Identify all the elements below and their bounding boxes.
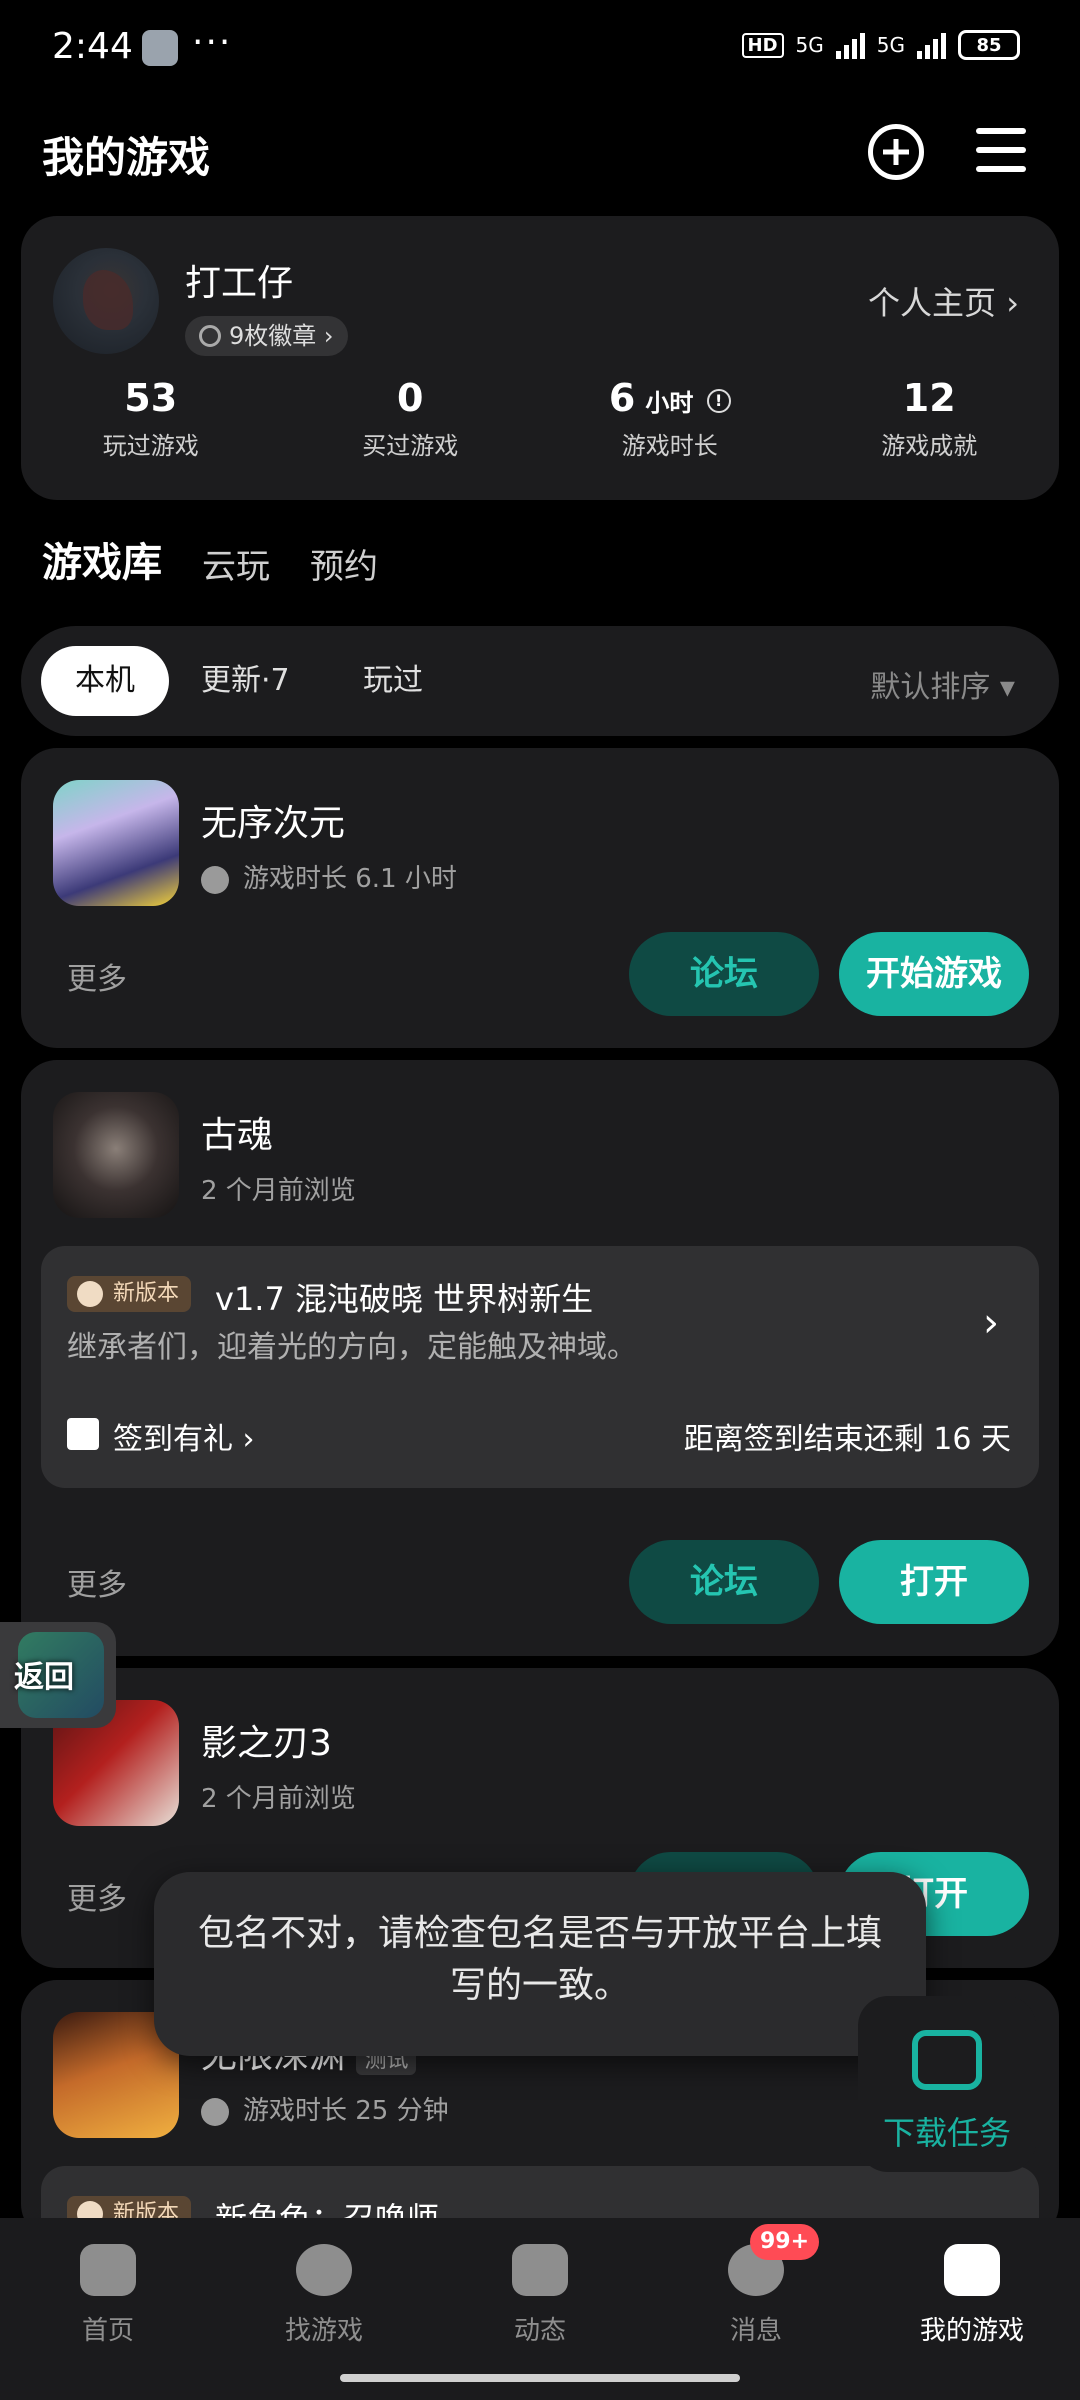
new-version-tag: 新版本 (67, 1276, 192, 1312)
game-last-viewed: 2 个月前浏览 (201, 1784, 356, 1814)
signal-icon-2 (917, 31, 946, 59)
open-button[interactable]: 打开 (839, 1540, 1029, 1624)
add-circle-icon[interactable] (868, 124, 924, 180)
checkin-remaining: 距离签到结束还剩 16 天 (683, 1422, 1011, 1457)
chevron-right-icon[interactable]: › (983, 1300, 999, 1346)
game-playtime: 游戏时长 6.1 小时 (201, 858, 457, 895)
bottom-navigation: 首页 找游戏 动态 消息 我的游戏 (0, 2218, 1080, 2400)
more-dots: ··· (192, 22, 233, 63)
badges-label: 9枚徽章 › (229, 322, 334, 350)
info-icon[interactable]: ! (706, 388, 731, 413)
game-last-viewed: 2 个月前浏览 (201, 1176, 356, 1206)
nav-label: 找游戏 (284, 2316, 363, 2346)
gamepad-icon (944, 2244, 1000, 2296)
game-icon[interactable] (53, 780, 179, 906)
back-label: 返回 (14, 1660, 74, 1695)
stat-unit: 小时 (645, 389, 694, 417)
nav-home[interactable]: 首页 (0, 2244, 216, 2347)
forum-button[interactable]: 论坛 (629, 932, 819, 1016)
wrench-icon (142, 30, 178, 66)
stat-value: 53 (124, 376, 178, 420)
app-bar: 我的游戏 (0, 110, 1080, 190)
badges-button[interactable]: 9枚徽章 › (185, 316, 348, 356)
stat-value: 12 (902, 376, 956, 420)
tab-cloud[interactable]: 云玩 (202, 539, 270, 588)
planet-icon (296, 2244, 352, 2296)
game-card-2[interactable]: 古魂 2 个月前浏览 新版本 v1.7 混沌破晓 世界树新生 继承者们，迎着光的… (21, 1060, 1059, 1656)
stats-row: 53 玩过游戏 0 买过游戏 6 小时 ! 游戏时长 12 游戏成就 (21, 376, 1059, 461)
game-playtime: 游戏时长 25 分钟 (201, 2090, 449, 2127)
stat-number: 6 (608, 376, 636, 420)
stat-value: 6 小时 ! (540, 376, 800, 420)
library-tabs: 游戏库 云玩 预约 (42, 530, 378, 588)
start-game-button[interactable]: 开始游戏 (839, 932, 1029, 1016)
update-description: 继承者们，迎着光的方向，定能触及神域。 (67, 1330, 637, 1365)
nav-find-games[interactable]: 找游戏 (216, 2244, 432, 2347)
stat-bought[interactable]: 0 买过游戏 (281, 376, 541, 461)
battery-icon: 85 (958, 30, 1020, 60)
page-title: 我的游戏 (42, 133, 211, 182)
stat-achievements[interactable]: 12 游戏成就 (800, 376, 1060, 461)
home-icon (80, 2244, 136, 2296)
stat-playtime[interactable]: 6 小时 ! 游戏时长 (540, 376, 800, 461)
avatar[interactable] (53, 248, 159, 354)
filter-local[interactable]: 本机 (41, 646, 169, 716)
toast-message: 包名不对，请检查包名是否与开放平台上填写的一致。 (154, 1872, 926, 2056)
game-card-1[interactable]: 无序次元 游戏时长 6.1 小时 更多 论坛 开始游戏 (21, 748, 1059, 1048)
more-button[interactable]: 更多 (67, 1560, 127, 1604)
game-playtime-text: 游戏时长 25 分钟 (243, 2096, 449, 2126)
status-bar: 2:44 ··· HD 5G 5G 85 (0, 0, 1080, 96)
nav-feed[interactable]: 动态 (432, 2244, 648, 2347)
nav-label: 动态 (513, 2316, 566, 2346)
signal-icon (835, 31, 865, 59)
filter-played[interactable]: 玩过 (363, 646, 423, 716)
game-playtime-text: 游戏时长 6.1 小时 (243, 864, 457, 894)
nav-my-games[interactable]: 我的游戏 (864, 2244, 1080, 2347)
download-label: 下载任务 (882, 2114, 1011, 2152)
username: 打工仔 (185, 263, 294, 304)
home-indicator[interactable] (340, 2374, 740, 2382)
network-label-2: 5G (876, 33, 905, 57)
game-name: 无序次元 (201, 803, 346, 844)
tab-library[interactable]: 游戏库 (42, 530, 162, 588)
status-time: 2:44 (52, 26, 133, 67)
forum-button[interactable]: 论坛 (629, 1540, 819, 1624)
medal-icon (199, 325, 221, 347)
sort-dropdown[interactable]: 默认排序 ▾ (870, 662, 1015, 706)
game-name: 古魂 (201, 1115, 274, 1156)
network-label-1: 5G (795, 33, 824, 57)
message-count-badge: 99+ (750, 2224, 820, 2260)
nav-label: 消息 (729, 2316, 782, 2346)
back-floating-button[interactable]: 返回 (0, 1622, 116, 1728)
timer-icon (201, 865, 229, 894)
more-button[interactable]: 更多 (67, 1874, 127, 1918)
nav-label: 我的游戏 (919, 2316, 1024, 2346)
filter-bar: 本机 更新·7 玩过 默认排序 ▾ (21, 626, 1059, 736)
stat-value: 0 (397, 376, 424, 420)
checkin-gift-link[interactable]: 签到有礼 › (67, 1414, 255, 1458)
profile-card: 打工仔 9枚徽章 › 个人主页 › 53 玩过游戏 0 买过游戏 6 小时 ! 游… (21, 216, 1059, 500)
more-button[interactable]: 更多 (67, 954, 127, 998)
status-icons: HD 5G 5G 85 (741, 30, 1020, 60)
homepage-link[interactable]: 个人主页 › (868, 278, 1019, 324)
game-name: 影之刃3 (201, 1723, 332, 1764)
filter-update[interactable]: 更新·7 (201, 646, 290, 716)
stat-played[interactable]: 53 玩过游戏 (21, 376, 281, 461)
nav-messages[interactable]: 消息 (648, 2244, 864, 2347)
timer-icon (201, 2097, 229, 2126)
tab-reserve[interactable]: 预约 (310, 539, 378, 588)
game-icon[interactable] (53, 1092, 179, 1218)
nav-label: 首页 (81, 2316, 134, 2346)
stat-label: 游戏成就 (881, 432, 978, 460)
hd-icon: HD (741, 32, 784, 58)
stat-label: 游戏时长 (621, 432, 718, 460)
update-title: v1.7 混沌破晓 世界树新生 (215, 1280, 594, 1318)
stat-label: 买过游戏 (362, 432, 459, 460)
menu-icon[interactable] (976, 128, 1026, 172)
download-tasks-button[interactable]: 下载任务 (858, 1996, 1036, 2172)
update-panel[interactable]: 新版本 v1.7 混沌破晓 世界树新生 继承者们，迎着光的方向，定能触及神域。 … (41, 1246, 1039, 1488)
feed-icon (512, 2244, 568, 2296)
download-icon (912, 2030, 982, 2090)
stat-label: 玩过游戏 (102, 432, 199, 460)
